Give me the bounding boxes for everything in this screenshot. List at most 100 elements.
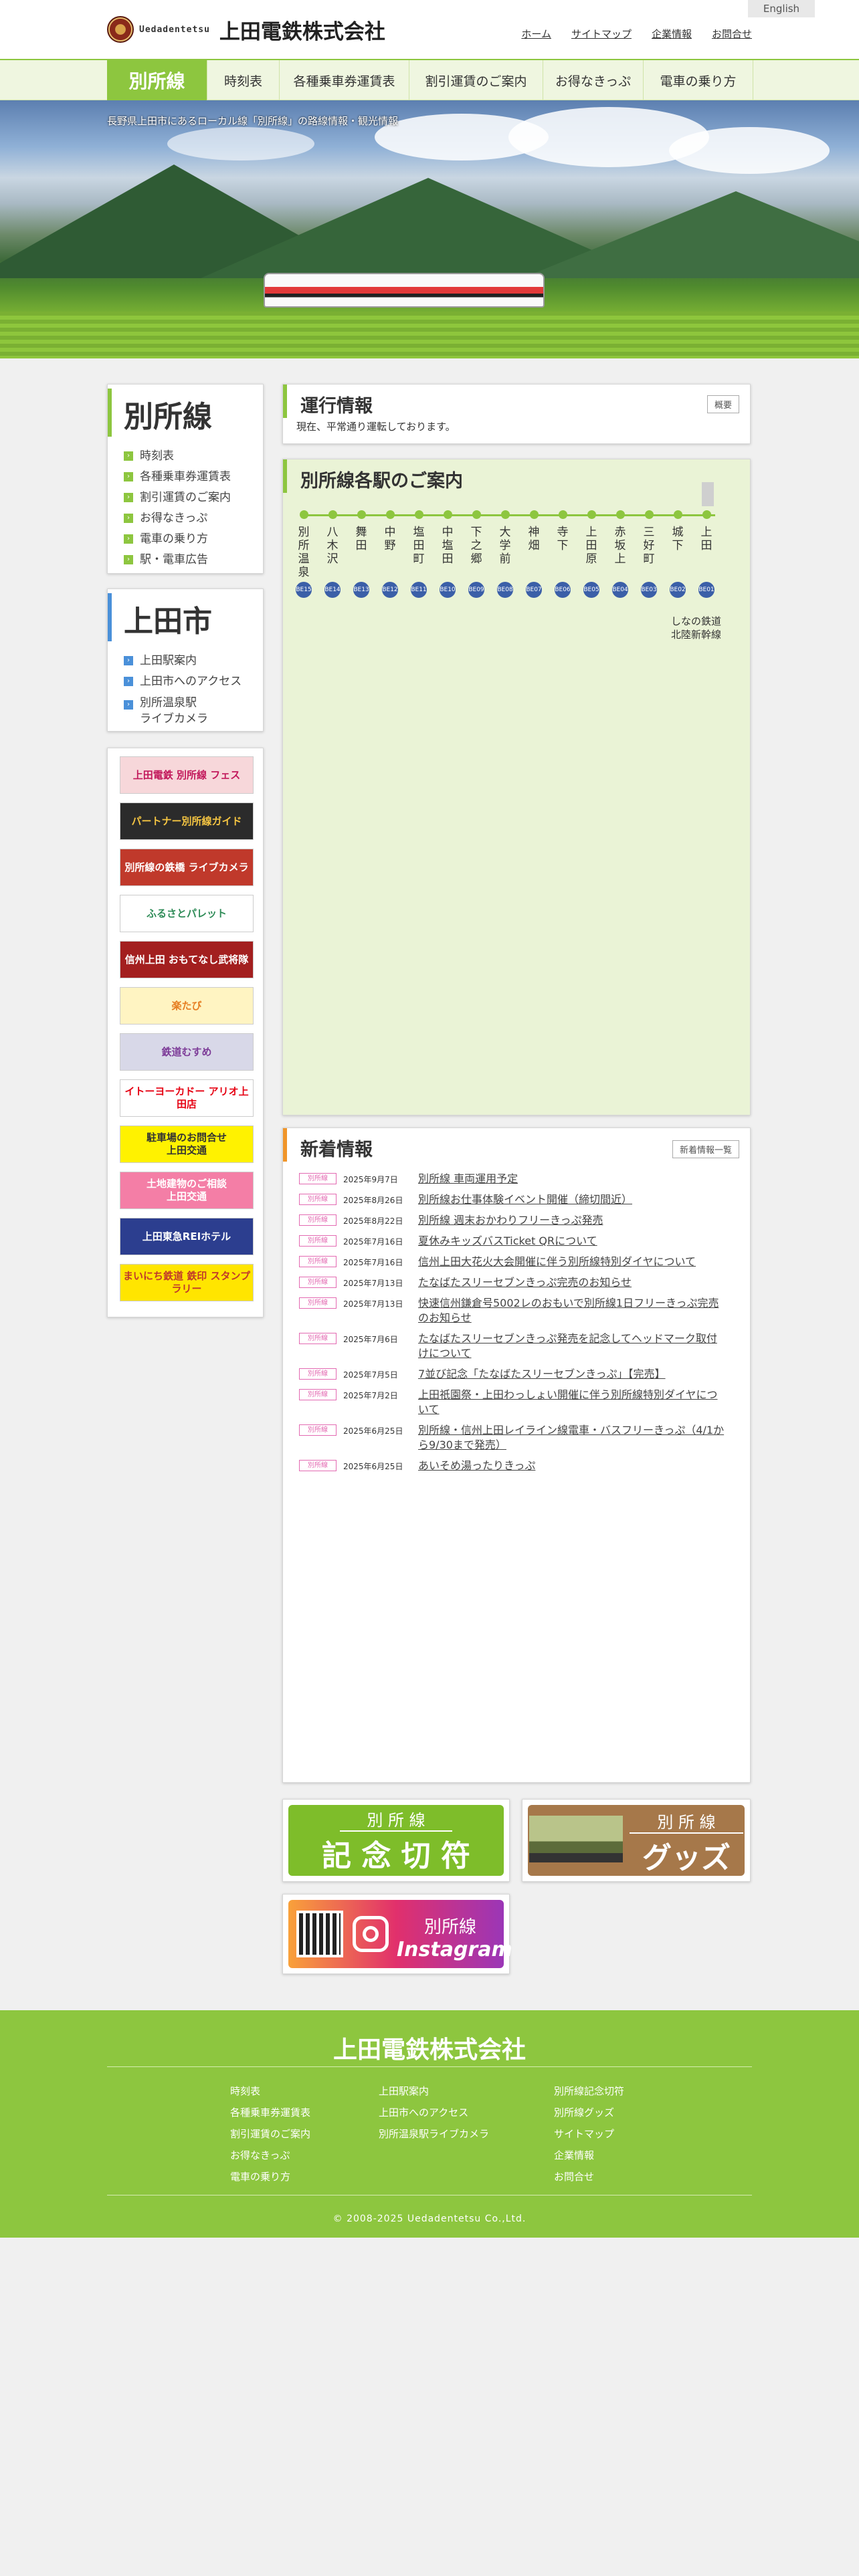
news-list-button[interactable]: 新着情報一覧 — [672, 1140, 739, 1158]
station-item[interactable]: 城 下 BE02 — [668, 510, 688, 598]
footer-link[interactable]: 別所線グッズ — [554, 2102, 624, 2123]
news-title-link[interactable]: たなばたスリーセブンきっぷ発売を記念してヘッドマーク取付けについて — [418, 1331, 727, 1361]
news-title-link[interactable]: たなばたスリーセブンきっぷ完売のお知らせ — [418, 1275, 632, 1290]
news-title-link[interactable]: 7並び記念「たなばたスリーセブンきっぷ」【完売】 — [418, 1367, 666, 1382]
home-link[interactable]: ホーム — [521, 27, 551, 41]
commemorative-tickets-banner[interactable]: 別 所 線 記 念 切 符 — [282, 1799, 510, 1882]
sidebar-item-how-to-ride[interactable]: › 電車の乗り方 — [124, 529, 263, 550]
arrow-icon: › — [124, 493, 133, 502]
station-item[interactable]: 三 好 町 BE03 — [639, 510, 659, 598]
site-logo[interactable]: Uedadentetsu 上田電鉄株式会社 — [107, 15, 385, 44]
news-date: 2025年8月22日 — [343, 1216, 403, 1226]
sidebar-item-ads[interactable]: › 駅・電車広告 — [124, 550, 263, 570]
station-item[interactable]: 下 之 郷 BE09 — [466, 510, 486, 598]
station-number-badge: BE13 — [353, 582, 369, 598]
news-title-link[interactable]: あいそめ湯ったりきっぷ — [418, 1459, 535, 1473]
news-item: 別所線 2025年6月25日 あいそめ湯ったりきっぷ — [299, 1459, 727, 1473]
station-item[interactable]: 舞 田 BE13 — [351, 510, 371, 598]
mountain-shape — [522, 191, 859, 278]
sidebar-banner[interactable]: 上田電鉄 別所線 フェス — [120, 756, 254, 794]
nav-discount-fares[interactable]: 割引運賃のご案内 — [409, 60, 543, 100]
sidebar-banner[interactable]: パートナー別所線ガイド — [120, 802, 254, 840]
goods-banner[interactable]: 別 所 線 グッズ — [522, 1799, 751, 1882]
station-item[interactable]: 別 所 温 泉 BE15 — [294, 510, 314, 598]
english-button[interactable]: English — [748, 0, 815, 17]
footer-link[interactable]: 別所温泉駅ライブカメラ — [379, 2123, 489, 2145]
news-title-link[interactable]: 上田祇園祭・上田わっしょい開催に伴う別所線特別ダイヤについて — [418, 1388, 727, 1417]
news-tag-badge: 別所線 — [299, 1256, 337, 1267]
news-title-link[interactable]: 別所線お仕事体験イベント開催（締切間近） — [418, 1192, 632, 1207]
news-title-link[interactable]: 信州上田大花火大会開催に伴う別所線特別ダイヤについて — [418, 1255, 696, 1269]
station-name: 神 畑 — [528, 526, 540, 552]
footer-link[interactable]: お得なきっぷ — [230, 2145, 310, 2166]
station-number-badge: BE10 — [440, 582, 456, 598]
footer-link[interactable]: お問合せ — [554, 2166, 624, 2187]
news-title-link[interactable]: 夏休みキッズバスTicket QRについて — [418, 1234, 597, 1249]
sidebar-item-ueda-station[interactable]: › 上田駅案内 — [124, 651, 263, 671]
footer-link[interactable]: 別所線記念切符 — [554, 2080, 624, 2102]
station-item[interactable]: 上 田 原 BE05 — [581, 510, 601, 598]
news-title-link[interactable]: 別所線・信州上田レイライン線電車・バスフリーきっぷ（4/1から9/30まで発売） — [418, 1423, 727, 1453]
instagram-banner[interactable]: 別所線 Instagram — [282, 1894, 512, 1974]
nav-how-to-ride[interactable]: 電車の乗り方 — [644, 60, 753, 100]
sitemap-link[interactable]: サイトマップ — [571, 27, 632, 41]
company-info-link[interactable]: 企業情報 — [652, 27, 692, 41]
nav-bessho-line[interactable]: 別所線 — [107, 60, 207, 100]
instagram-top-label: 別所線 — [423, 1917, 476, 1937]
sidebar-item-fares[interactable]: › 各種乗車券運賃表 — [124, 467, 263, 488]
station-item[interactable]: 中 野 BE12 — [380, 510, 400, 598]
footer-link[interactable]: 企業情報 — [554, 2145, 624, 2166]
station-item[interactable]: 赤 坂 上 BE04 — [610, 510, 630, 598]
station-item[interactable]: 神 畑 BE07 — [524, 510, 544, 598]
contact-link[interactable]: お問合せ — [712, 27, 752, 41]
news-title-link[interactable]: 別所線 週末おかわりフリーきっぷ発売 — [418, 1213, 603, 1228]
sidebar-banner[interactable]: 鉄道むすめ — [120, 1033, 254, 1071]
sidebar-item-value-tickets[interactable]: › お得なきっぷ — [124, 508, 263, 529]
nav-value-tickets[interactable]: お得なきっぷ — [543, 60, 644, 100]
footer-logo[interactable]: 上田電鉄株式会社 — [0, 2030, 859, 2065]
global-nav: 別所線 時刻表 各種乗車券運賃表 割引運賃のご案内 お得なきっぷ 電車の乗り方 — [0, 59, 859, 100]
footer-link[interactable]: 電車の乗り方 — [230, 2166, 310, 2187]
station-number-badge: BE02 — [670, 582, 686, 598]
footer-link[interactable]: 上田駅案内 — [379, 2080, 489, 2102]
sidebar-banner[interactable]: イトーヨーカドー アリオ上田店 — [120, 1079, 254, 1117]
footer-link[interactable]: 各種乗車券運賃表 — [230, 2102, 310, 2123]
news-item: 別所線 2025年6月25日 別所線・信州上田レイライン線電車・バスフリーきっぷ（4… — [299, 1423, 727, 1453]
sidebar-banner[interactable]: 土地建物のご相談 上田交通 — [120, 1172, 254, 1209]
station-dot-icon — [443, 510, 452, 519]
footer-link[interactable]: 割引運賃のご案内 — [230, 2123, 310, 2145]
news-item: 別所線 2025年7月6日 たなばたスリーセブンきっぷ発売を記念してヘッドマーク取付… — [299, 1331, 727, 1361]
station-item[interactable]: 中 塩 田 BE10 — [438, 510, 458, 598]
arrow-icon: › — [124, 555, 133, 564]
sidebar-banners-panel: 上田電鉄 別所線 フェス パートナー別所線ガイド 別所線の鉄橋 ライブカメラ ふるさと… — [107, 748, 264, 1317]
sidebar-item-discount-fares[interactable]: › 割引運賃のご案内 — [124, 488, 263, 508]
service-info-title: 運行情報 — [283, 385, 750, 418]
sidebar-banner[interactable]: ふるさとパレット — [120, 895, 254, 932]
sidebar-item-timetable[interactable]: › 時刻表 — [124, 446, 263, 467]
nav-timetable[interactable]: 時刻表 — [207, 60, 280, 100]
station-item[interactable]: 大 学 前 BE08 — [495, 510, 515, 598]
station-item[interactable]: 塩 田 町 BE11 — [409, 510, 429, 598]
footer-link[interactable]: 上田市へのアクセス — [379, 2102, 489, 2123]
sidebar-banner[interactable]: まいにち鉄道 鉄印 スタンプラリー — [120, 1264, 254, 1301]
news-item: 別所線 2025年8月22日 別所線 週末おかわりフリーきっぷ発売 — [299, 1213, 727, 1228]
station-item[interactable]: 上 田 BE01 — [696, 510, 717, 598]
sidebar-banner[interactable]: 信州上田 おもてなし武将隊 — [120, 941, 254, 978]
station-item[interactable]: 寺 下 BE06 — [553, 510, 573, 598]
news-title-link[interactable]: 別所線 車両運用予定 — [418, 1172, 518, 1186]
sidebar-item-live-camera[interactable]: › 別所温泉駅 ライブカメラ — [124, 695, 263, 727]
sidebar-banner[interactable]: 楽たび — [120, 987, 254, 1025]
sidebar-item-access[interactable]: › 上田市へのアクセス — [124, 671, 263, 692]
news-date: 2025年7月16日 — [343, 1258, 403, 1267]
overview-button[interactable]: 概要 — [706, 395, 739, 413]
nav-fares[interactable]: 各種乗車券運賃表 — [280, 60, 409, 100]
footer-link[interactable]: 時刻表 — [230, 2080, 310, 2102]
sidebar-banner[interactable]: 上田東急REIホテル — [120, 1218, 254, 1255]
footer-col-company: 別所線記念切符 別所線グッズ サイトマップ 企業情報 お問合せ — [554, 2080, 624, 2187]
sidebar-banner[interactable]: 別所線の鉄橋 ライブカメラ — [120, 849, 254, 886]
footer-link[interactable]: サイトマップ — [554, 2123, 624, 2145]
sidebar-banner[interactable]: 駐車場のお問合せ 上田交通 — [120, 1125, 254, 1163]
service-info-panel: 運行情報 概要 現在、平常通り運転しております。 — [282, 384, 751, 444]
station-item[interactable]: 八 木 沢 BE14 — [322, 510, 343, 598]
news-title-link[interactable]: 快速信州鎌倉号5002レのおもいで別所線1日フリーきっぷ完売のお知らせ — [418, 1296, 727, 1325]
